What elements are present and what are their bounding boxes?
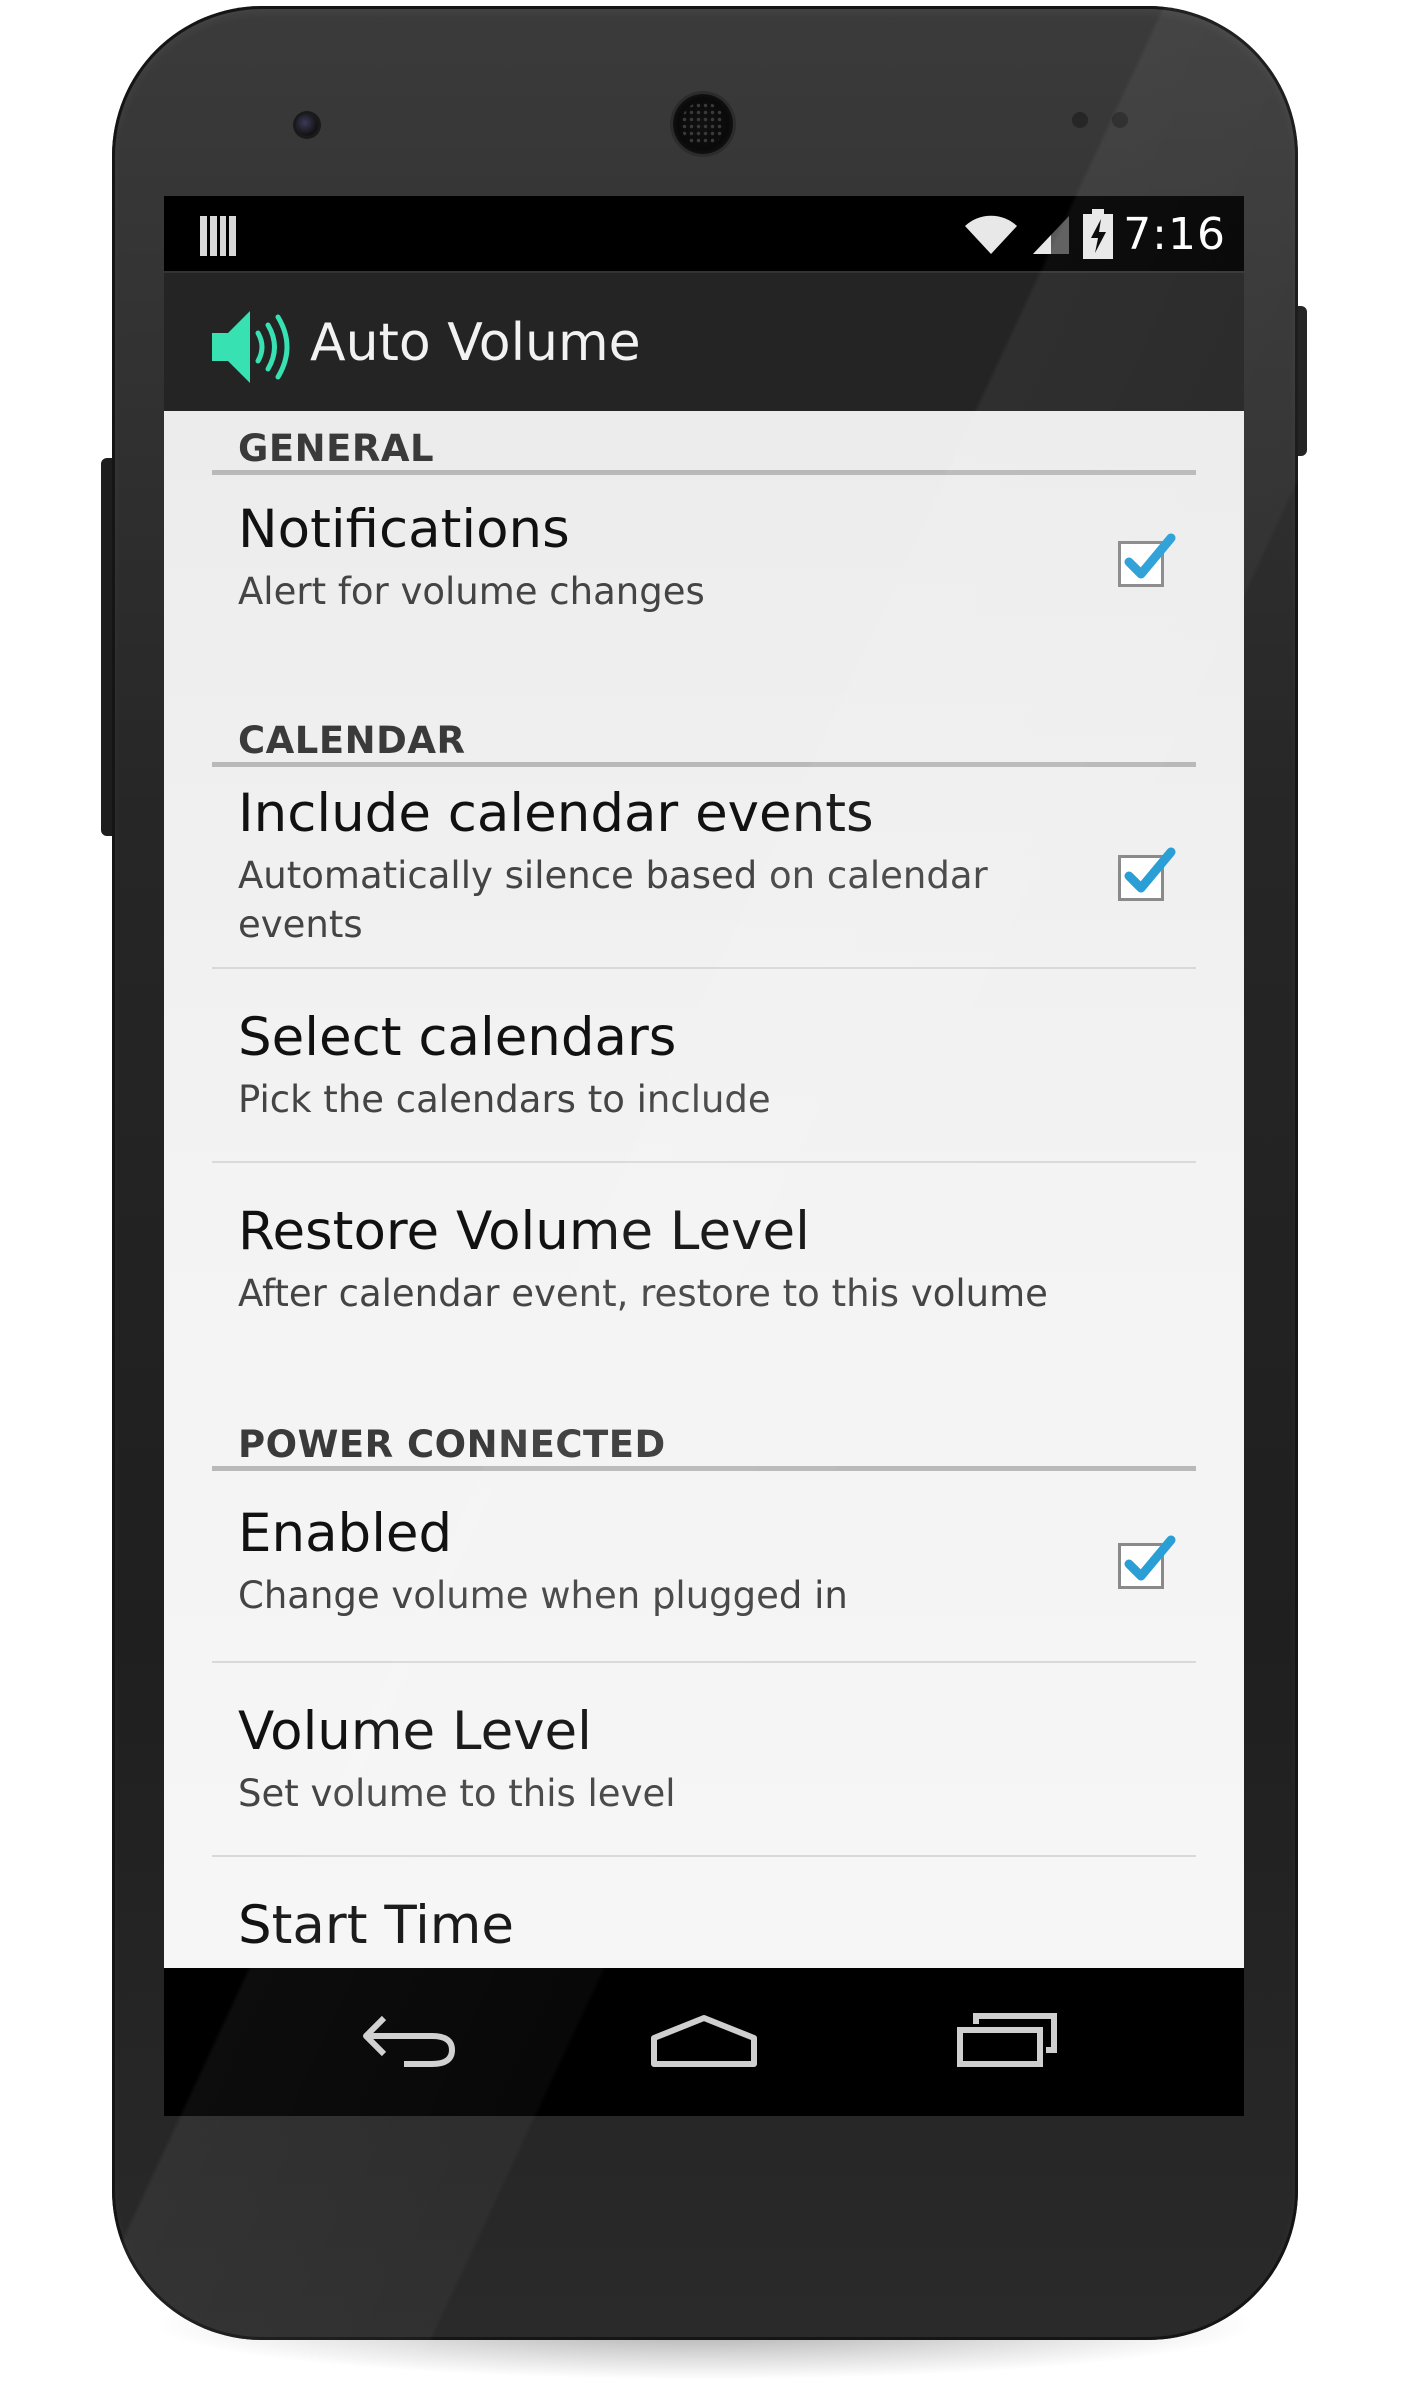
action-bar: Auto Volume (164, 271, 1244, 413)
pref-notifications[interactable]: Notifications Alert for volume changes (212, 475, 1196, 655)
back-icon[interactable] (354, 2004, 464, 2078)
pref-title: Volume Level (238, 1701, 592, 1762)
device-screen: 7:16 Auto Volume GENERAL Notifications A… (164, 196, 1244, 2116)
front-camera (296, 114, 318, 136)
app-title: Auto Volume (310, 313, 641, 373)
pref-title: Notifications (238, 499, 570, 560)
notifications-checkbox[interactable] (1118, 533, 1176, 587)
section-label: POWER CONNECTED (238, 1423, 666, 1466)
pref-summary: Set volume to this level (238, 1772, 676, 1815)
pref-include-calendar-events[interactable]: Include calendar events Automatically si… (212, 767, 1196, 967)
section-general: GENERAL (212, 415, 1196, 475)
pref-title: Restore Volume Level (238, 1201, 810, 1262)
status-bar: 7:16 (164, 196, 1244, 271)
checkmark-icon (1124, 847, 1176, 893)
pref-title: Start Time (238, 1895, 515, 1956)
checkmark-icon (1124, 533, 1176, 579)
include-calendar-events-checkbox[interactable] (1118, 847, 1176, 901)
checkmark-icon (1124, 1535, 1176, 1581)
pref-select-calendars[interactable]: Select calendars Pick the calendars to i… (212, 969, 1196, 1161)
preferences-list[interactable]: GENERAL Notifications Alert for volume c… (164, 411, 1244, 1968)
light-sensor (1112, 112, 1128, 128)
pref-summary: Change volume when plugged in (238, 1574, 848, 1617)
pref-restore-volume-level[interactable]: Restore Volume Level After calendar even… (212, 1163, 1196, 1353)
battery-charging-icon (1083, 209, 1114, 259)
section-calendar: CALENDAR (212, 707, 1196, 767)
pref-summary: After calendar event, restore to this vo… (238, 1272, 1048, 1315)
pref-title: Include calendar events (238, 783, 874, 844)
section-label: GENERAL (238, 427, 435, 470)
notification-bars-icon (200, 216, 236, 256)
pref-summary: Pick the calendars to include (238, 1078, 771, 1121)
pref-title: Select calendars (238, 1007, 677, 1068)
status-time: 7:16 (1123, 208, 1226, 260)
signal-icon (1033, 216, 1070, 254)
speaker-volume-icon[interactable] (206, 303, 294, 391)
pref-summary: Automatically silence based on calendar … (238, 854, 988, 946)
pref-power-enabled[interactable]: Enabled Change volume when plugged in (212, 1471, 1196, 1661)
earpiece-speaker (673, 94, 733, 154)
pref-start-time[interactable]: Start Time (212, 1857, 1196, 1968)
pref-volume-level[interactable]: Volume Level Set volume to this level (212, 1663, 1196, 1855)
power-enabled-checkbox[interactable] (1118, 1535, 1176, 1589)
section-power-connected: POWER CONNECTED (212, 1411, 1196, 1471)
wifi-icon (965, 215, 1018, 254)
recent-apps-icon[interactable] (950, 2004, 1070, 2078)
home-icon[interactable] (644, 2004, 764, 2078)
navigation-bar (164, 1968, 1244, 2116)
pref-summary: Alert for volume changes (238, 570, 705, 613)
status-icons: 7:16 (963, 202, 1226, 266)
section-label: CALENDAR (238, 719, 466, 762)
proximity-sensor (1072, 112, 1088, 128)
pref-title: Enabled (238, 1503, 453, 1564)
